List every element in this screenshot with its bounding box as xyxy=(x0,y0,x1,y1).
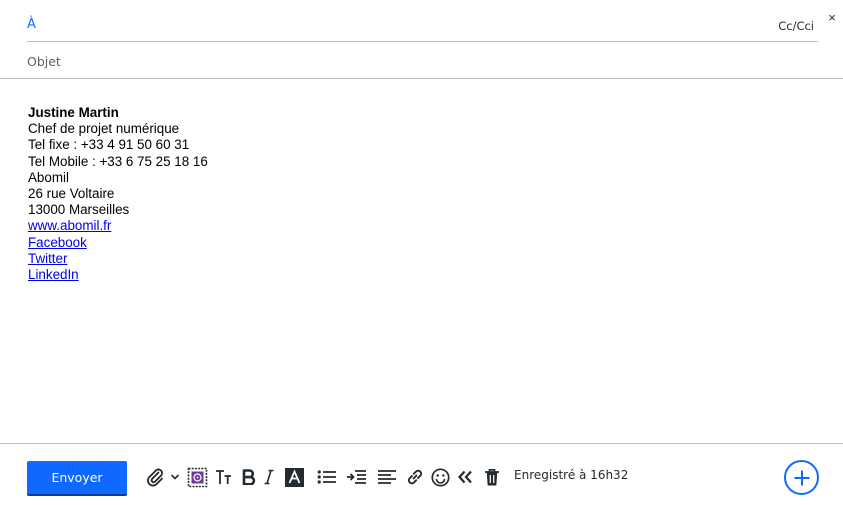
cc-cci-button[interactable]: Cc/Cci xyxy=(778,19,814,33)
signature-phone: Tel fixe : +33 4 91 50 60 31 xyxy=(28,137,190,153)
double-chevron-left-icon[interactable] xyxy=(457,466,473,488)
signature-street: 26 rue Voltaire xyxy=(28,186,115,202)
close-icon[interactable]: × xyxy=(826,10,838,25)
text-color-icon[interactable] xyxy=(284,466,304,488)
text-size-icon[interactable] xyxy=(215,466,233,488)
emoji-icon[interactable] xyxy=(430,466,451,488)
compose-toolbar: Envoyer Enregistré à 16h32 xyxy=(0,443,843,505)
indent-icon[interactable] xyxy=(345,466,367,488)
signature-name: Justine Martin xyxy=(28,105,119,120)
linkedin-link[interactable]: LinkedIn xyxy=(28,267,79,282)
send-button[interactable]: Envoyer xyxy=(27,461,127,494)
signature-mobile: Tel Mobile : +33 6 75 25 18 16 xyxy=(28,153,208,169)
align-icon[interactable] xyxy=(376,466,397,488)
website-link[interactable]: www.abomil.fr xyxy=(28,218,111,233)
attach-icon[interactable] xyxy=(145,466,165,488)
signature-company: Abomil xyxy=(28,169,69,185)
signature-title: Chef de projet numérique xyxy=(28,121,180,137)
message-body[interactable]: Justine Martin Chef de projet numérique … xyxy=(28,105,208,283)
to-field[interactable]: À Cc/Cci xyxy=(27,11,818,42)
bullet-list-icon[interactable] xyxy=(316,466,337,488)
saved-status: Enregistré à 16h32 xyxy=(514,468,629,482)
twitter-link[interactable]: Twitter xyxy=(28,251,67,266)
plus-circle-icon[interactable] xyxy=(784,460,819,495)
chevron-down-icon[interactable] xyxy=(170,466,180,488)
stationery-icon[interactable] xyxy=(186,466,208,488)
to-label: À xyxy=(27,17,36,32)
link-icon[interactable] xyxy=(404,466,425,488)
italic-icon[interactable] xyxy=(263,466,275,488)
bold-icon[interactable] xyxy=(241,466,257,488)
trash-icon[interactable] xyxy=(483,466,501,488)
subject-input[interactable] xyxy=(27,54,727,69)
facebook-link[interactable]: Facebook xyxy=(28,235,87,250)
subject-row xyxy=(0,42,843,79)
signature-city: 13000 Marseilles xyxy=(28,202,130,218)
